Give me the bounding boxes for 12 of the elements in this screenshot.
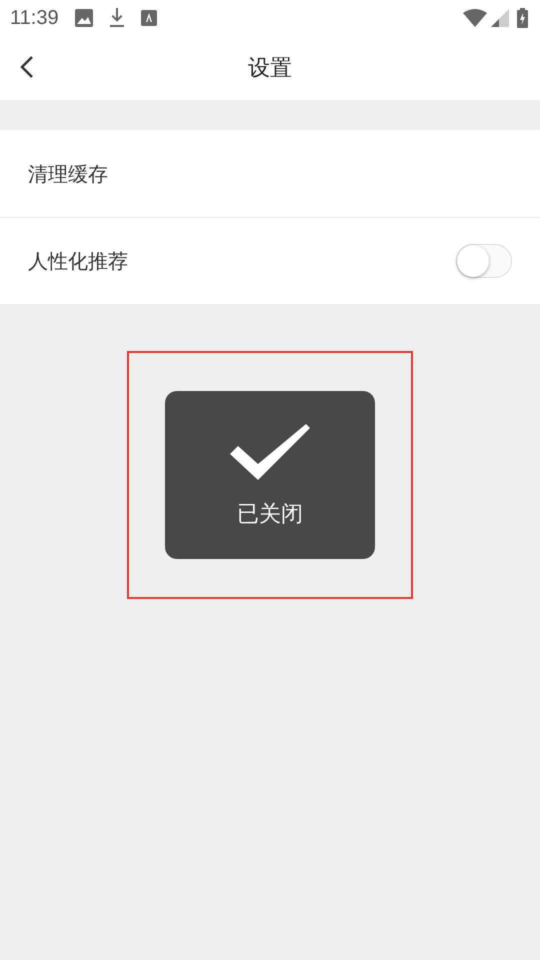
toast-message: 已关闭	[237, 500, 303, 528]
setting-label[interactable]: 清理缓存	[28, 158, 108, 188]
signal-icon	[491, 9, 509, 27]
image-icon	[74, 9, 93, 27]
download-icon	[108, 8, 125, 28]
wifi-icon	[463, 9, 487, 27]
toggle-switch[interactable]	[456, 244, 512, 278]
setting-label[interactable]: 人性化推荐	[28, 246, 128, 276]
page-title: 设置	[248, 54, 292, 82]
notification-icon	[140, 10, 157, 26]
battery-icon	[517, 8, 528, 28]
status-time: 11:39	[10, 6, 59, 31]
